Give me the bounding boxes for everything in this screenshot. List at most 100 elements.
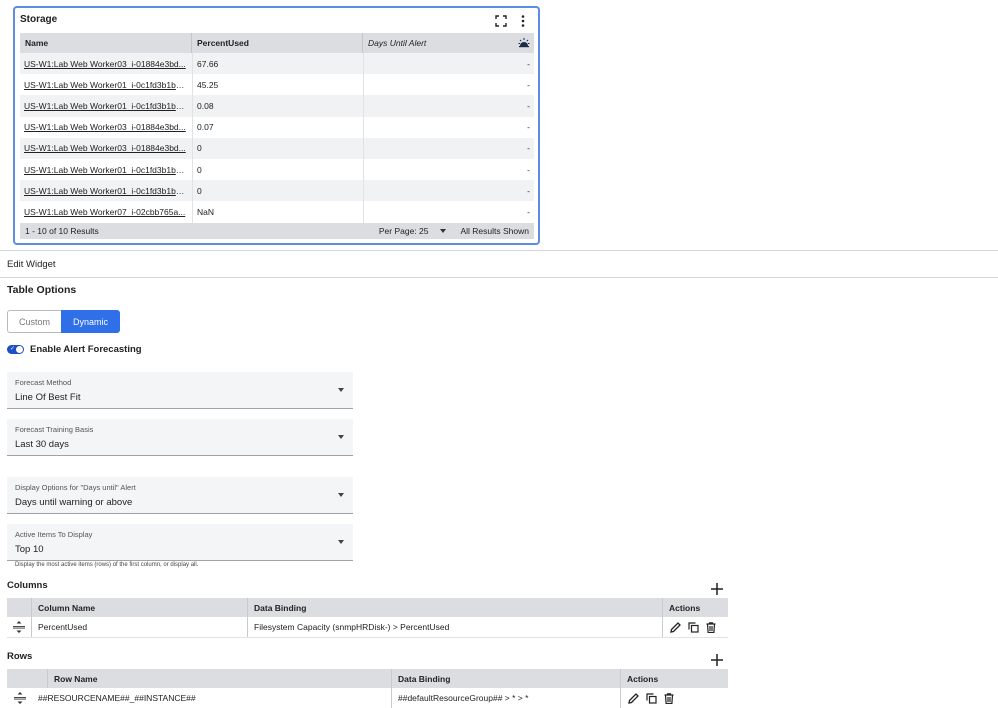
resource-link[interactable]: US-W1:Lab Web Worker03_i-01884e3bd...: [24, 143, 187, 153]
add-row-plus-icon[interactable]: [710, 653, 724, 667]
resource-link[interactable]: US-W1:Lab Web Worker01_i-0c1fd3b1b8...: [24, 101, 187, 111]
days-until-alert-cell: -: [363, 180, 534, 202]
edit-pencil-icon[interactable]: [627, 692, 639, 704]
table-row: US-W1:Lab Web Worker01_i-0c1fd3b1b8... 45…: [20, 74, 534, 96]
chevron-down-icon: [440, 229, 447, 233]
row-name-header: Row Name: [48, 669, 392, 688]
delete-trash-icon[interactable]: [705, 621, 717, 633]
days-until-alert-cell: -: [363, 201, 534, 223]
percent-used-cell: 45.25: [192, 74, 363, 96]
add-column-plus-icon[interactable]: [710, 582, 724, 596]
days-until-alert-cell: -: [363, 74, 534, 96]
select-value: Days until warning or above: [15, 497, 133, 508]
row-name-cell: ##RESOURCENAME##_##INSTANCE##: [32, 688, 392, 708]
per-page-label: Per Page: 25: [378, 226, 429, 236]
table-body: US-W1:Lab Web Worker03_i-01884e3bd... 67.…: [20, 53, 534, 223]
percent-used-cell: 0.08: [192, 95, 363, 117]
data-binding-cell: ##defaultResourceGroup## > * > *: [392, 688, 621, 708]
name-cell: US-W1:Lab Web Worker01_i-0c1fd3b1b8...: [20, 180, 192, 201]
table-header: Name PercentUsed Days Until Alert: [20, 33, 534, 53]
chevron-down-icon: [338, 435, 344, 439]
edit-widget-bar: Edit Widget: [0, 250, 998, 278]
chevron-down-icon: [338, 540, 344, 544]
name-cell: US-W1:Lab Web Worker03_i-01884e3bd...: [20, 53, 192, 74]
resource-link[interactable]: US-W1:Lab Web Worker01_i-0c1fd3b1b8...: [24, 186, 187, 196]
data-binding-cell: Filesystem Capacity (snmpHRDisk-) > Perc…: [248, 617, 663, 637]
results-count: 1 - 10 of 10 Results: [25, 226, 99, 236]
resource-link[interactable]: US-W1:Lab Web Worker03_i-01884e3bd...: [24, 59, 187, 69]
column-name-cell: PercentUsed: [32, 617, 248, 637]
table-row: US-W1:Lab Web Worker01_i-0c1fd3b1b8... 0.…: [20, 95, 534, 117]
column-name-header: Column Name: [32, 598, 248, 617]
percent-used-cell: 67.66: [192, 53, 363, 75]
resource-link[interactable]: US-W1:Lab Web Worker01_i-0c1fd3b1b8...: [24, 165, 187, 175]
display-options-select[interactable]: Display Options for "Days until" Alert D…: [7, 477, 353, 514]
name-cell: US-W1:Lab Web Worker01_i-0c1fd3b1b8...: [20, 159, 192, 180]
days-until-alert-cell: -: [363, 53, 534, 75]
percent-used-cell: 0: [192, 158, 363, 181]
days-until-alert-cell: -: [363, 116, 534, 138]
name-cell: US-W1:Lab Web Worker03_i-01884e3bd...: [20, 138, 192, 159]
select-label: Forecast Training Basis: [15, 425, 94, 434]
rows-section-title: Rows: [7, 651, 33, 662]
fullscreen-icon[interactable]: [494, 14, 508, 28]
drag-handle-icon[interactable]: [7, 688, 32, 708]
more-vertical-icon[interactable]: [516, 14, 530, 28]
select-label: Forecast Method: [15, 378, 72, 387]
table-row: US-W1:Lab Web Worker07_i-02cbb765a... NaN…: [20, 201, 534, 223]
name-cell: US-W1:Lab Web Worker03_i-01884e3bd...: [20, 117, 192, 138]
select-value: Last 30 days: [15, 439, 69, 450]
select-value: Line Of Best Fit: [15, 392, 81, 403]
select-label: Active Items To Display: [15, 530, 93, 539]
resource-link[interactable]: US-W1:Lab Web Worker03_i-01884e3bd...: [24, 122, 187, 132]
days-until-alert-cell: -: [363, 137, 534, 159]
select-label: Display Options for "Days until" Alert: [15, 483, 136, 492]
forecast-training-basis-select[interactable]: Forecast Training Basis Last 30 days: [7, 419, 353, 456]
columns-section-title: Columns: [7, 580, 48, 591]
edit-pencil-icon[interactable]: [669, 621, 681, 633]
column-header-days-until-alert[interactable]: Days Until Alert: [363, 33, 534, 53]
columns-table: Column Name Data Binding Actions Percent…: [7, 598, 728, 638]
name-cell: US-W1:Lab Web Worker01_i-0c1fd3b1b8...: [20, 95, 192, 116]
forecast-icon: [518, 37, 530, 50]
resource-link[interactable]: US-W1:Lab Web Worker01_i-0c1fd3b1b8...: [24, 80, 187, 90]
table-row: ##RESOURCENAME##_##INSTANCE## ##defaultR…: [7, 688, 728, 708]
percent-used-cell: 0: [192, 137, 363, 159]
per-page-select[interactable]: Per Page: 25: [379, 226, 447, 236]
percent-used-cell: 0.07: [192, 116, 363, 138]
forecast-method-select[interactable]: Forecast Method Line Of Best Fit: [7, 372, 353, 409]
widget-title: Storage: [20, 14, 58, 25]
actions-cell: [663, 617, 728, 637]
table-row: US-W1:Lab Web Worker01_i-0c1fd3b1b8... 0-: [20, 158, 534, 181]
grip-column-header: [7, 669, 48, 688]
segment-custom[interactable]: Custom: [7, 310, 61, 333]
duplicate-icon[interactable]: [645, 692, 657, 704]
segment-dynamic[interactable]: Dynamic: [61, 310, 120, 333]
column-header-label: Days Until Alert: [368, 38, 427, 48]
select-value: Top 10: [15, 544, 44, 555]
alert-forecasting-toggle[interactable]: ✓: [7, 345, 24, 354]
duplicate-icon[interactable]: [687, 621, 699, 633]
name-cell: US-W1:Lab Web Worker01_i-0c1fd3b1b8...: [20, 74, 192, 95]
drag-handle-icon[interactable]: [7, 617, 32, 637]
resource-link[interactable]: US-W1:Lab Web Worker07_i-02cbb765a...: [24, 207, 187, 217]
delete-trash-icon[interactable]: [663, 692, 675, 704]
table-footer: 1 - 10 of 10 Results Per Page: 25 All Re…: [20, 223, 534, 239]
table-row: US-W1:Lab Web Worker01_i-0c1fd3b1b8... 0-: [20, 180, 534, 202]
active-items-select[interactable]: Active Items To Display Top 10: [7, 524, 353, 561]
percent-used-cell: 0: [192, 180, 363, 202]
rows-table-header: Row Name Data Binding Actions: [7, 669, 728, 688]
days-until-alert-cell: -: [363, 95, 534, 117]
column-header-percent-used[interactable]: PercentUsed: [192, 33, 363, 53]
chevron-down-icon: [338, 388, 344, 392]
days-until-alert-cell: -: [363, 158, 534, 181]
storage-widget: Storage Name PercentUsed Days Until Aler…: [13, 6, 540, 245]
name-cell: US-W1:Lab Web Worker07_i-02cbb765a...: [20, 201, 192, 222]
columns-table-header: Column Name Data Binding Actions: [7, 598, 728, 617]
data-binding-header: Data Binding: [248, 598, 663, 617]
column-header-name[interactable]: Name: [20, 33, 192, 53]
widget-toolbar: [494, 14, 530, 28]
actions-cell: [621, 688, 728, 708]
table-row: US-W1:Lab Web Worker03_i-01884e3bd... 67.…: [20, 53, 534, 75]
table-row: US-W1:Lab Web Worker03_i-01884e3bd... 0-: [20, 137, 534, 159]
